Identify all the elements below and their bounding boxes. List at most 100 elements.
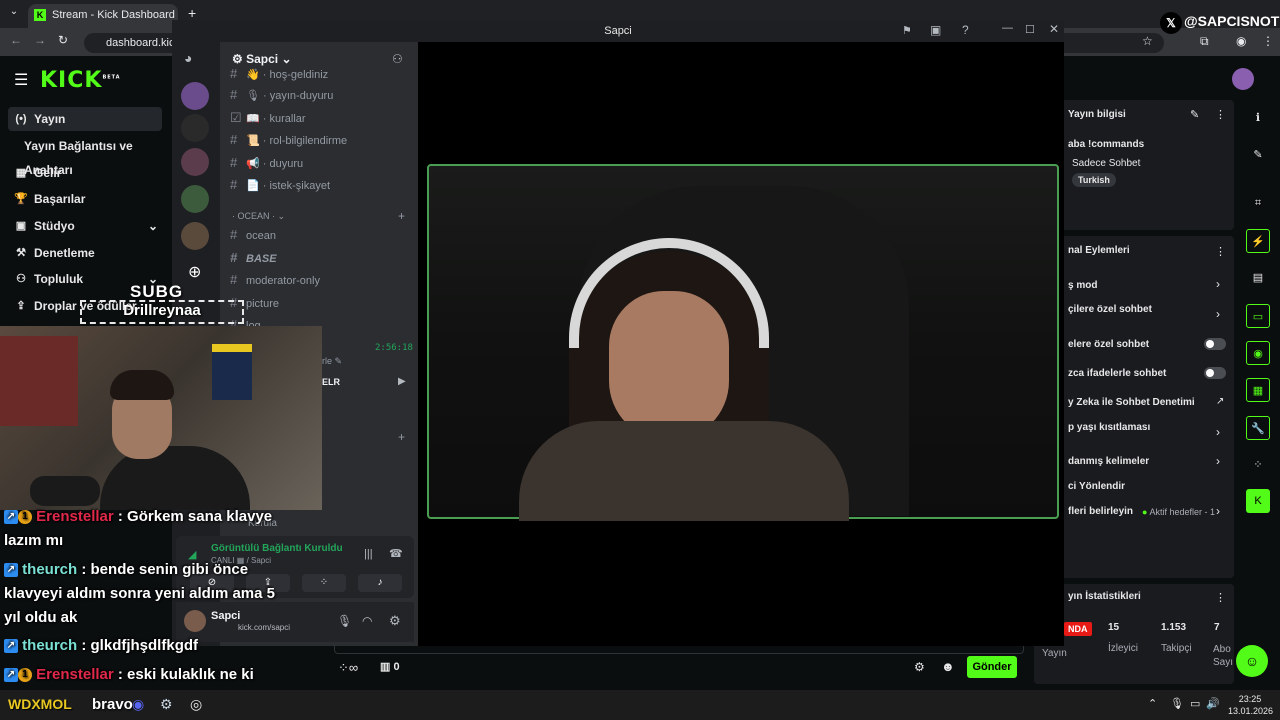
mic-icon[interactable]: 🎙: [337, 614, 352, 628]
reload-icon[interactable]: ↻: [58, 33, 68, 47]
tab-list-button[interactable]: ⌄: [6, 6, 22, 22]
chevron-right-icon[interactable]: ›: [1216, 307, 1220, 321]
forward-icon[interactable]: →: [34, 33, 46, 47]
nav-gelir[interactable]: ▦ Gelir: [8, 161, 162, 185]
settings-icon[interactable]: ⚙: [914, 660, 925, 674]
tray-volume-icon[interactable]: 🔊: [1206, 697, 1220, 710]
action-banned-words[interactable]: danmış kelimeler: [1068, 456, 1149, 467]
headphones-icon[interactable]: ◠: [362, 614, 372, 628]
action-followers-chat[interactable]: çilere özel sohbet: [1068, 304, 1152, 315]
emote-chat-toggle[interactable]: [1204, 367, 1226, 379]
server-icon-sapci[interactable]: [181, 82, 209, 110]
points-counter[interactable]: ▥ 0: [380, 660, 400, 673]
pen-icon[interactable]: ✎: [1246, 143, 1270, 167]
maximize-button[interactable]: ☐: [1025, 23, 1035, 36]
minimize-button[interactable]: —: [1002, 22, 1013, 34]
hamburger-icon[interactable]: ☰: [14, 70, 28, 90]
tray-mic-icon[interactable]: 🎙: [1170, 697, 1184, 710]
back-icon[interactable]: ←: [10, 33, 22, 47]
user-avatar[interactable]: [184, 610, 206, 632]
action-age-restriction[interactable]: p yaşı kısıtlaması: [1068, 422, 1150, 433]
kick-app-icon[interactable]: K: [1246, 489, 1270, 513]
soundboard-button[interactable]: ♪: [358, 574, 402, 592]
support-chat-icon[interactable]: ☺: [1236, 645, 1268, 677]
action-ai-moderation[interactable]: y Zeka ile Sohbet Denetimi: [1068, 397, 1195, 408]
new-tab-button[interactable]: +: [188, 5, 196, 21]
nav-denetleme[interactable]: ⚒ Denetleme: [8, 241, 162, 265]
server-folder-icon[interactable]: [181, 148, 209, 176]
edit-icon[interactable]: ✎: [1190, 108, 1199, 121]
channel-moderator-only[interactable]: # moderator-only: [230, 270, 410, 290]
channel-news[interactable]: # 📢 · duyuru: [230, 153, 410, 173]
chat-icon[interactable]: ▭: [1246, 304, 1270, 328]
channel-welcome[interactable]: # 👋 · hoş-geldiniz: [230, 64, 410, 84]
inbox-icon[interactable]: ⚑: [902, 24, 912, 37]
emote-infinity-button[interactable]: ⁘∞: [338, 660, 358, 676]
discord-taskbar-icon[interactable]: ◉: [132, 696, 144, 713]
crop-icon[interactable]: ⌗: [1246, 191, 1270, 215]
connection-status[interactable]: Görüntülü Bağlantı Kuruldu: [211, 543, 343, 554]
action-goals[interactable]: fleri belirleyin: [1068, 506, 1133, 517]
server-icon-2[interactable]: [181, 114, 209, 142]
help-icon[interactable]: ?: [962, 23, 969, 37]
discord-home-icon[interactable]: ◕: [184, 50, 192, 66]
channel-announcements[interactable]: # 🎙 · yayın-duyuru: [230, 85, 410, 105]
kick-logo[interactable]: KICKBETA: [40, 68, 121, 93]
channel-ocean[interactable]: # ocean: [230, 225, 410, 245]
nav-stream-key[interactable]: Yayın Bağlantısı ve Anahtarı: [8, 134, 162, 177]
add-server-icon[interactable]: ⊕: [188, 262, 201, 282]
layout-icon[interactable]: ▦: [1246, 378, 1270, 402]
menu-dots-icon[interactable]: ⋮: [1262, 34, 1274, 48]
chevron-right-icon[interactable]: ›: [1216, 425, 1220, 439]
tray-network-icon[interactable]: ▭: [1190, 697, 1200, 710]
chat-input-field[interactable]: [334, 646, 1024, 654]
extensions-icon[interactable]: ⧉: [1200, 34, 1209, 49]
disconnect-icon[interactable]: ☎: [389, 547, 403, 560]
video-stream-tile[interactable]: [427, 164, 1059, 521]
close-button[interactable]: ✕: [1049, 22, 1059, 36]
channel-base[interactable]: # BASE: [230, 248, 410, 268]
channel-requests[interactable]: # 📄 · istek-şikayet: [230, 175, 410, 195]
profile-icon[interactable]: ◉: [1236, 34, 1246, 48]
send-button[interactable]: Gönder: [967, 656, 1017, 678]
noise-suppression-icon[interactable]: |||: [364, 548, 373, 560]
tray-chevron-icon[interactable]: ⌃: [1148, 697, 1157, 710]
more-icon[interactable]: ⋮: [1215, 245, 1226, 258]
category-ocean[interactable]: · OCEAN · ⌄: [232, 211, 285, 222]
screen-icon[interactable]: ▣: [930, 23, 941, 37]
add-channel-icon[interactable]: +: [398, 209, 405, 223]
taskbar-clock[interactable]: 23:25 13.01.2026: [1228, 693, 1273, 717]
activities-button[interactable]: ⁘: [302, 574, 346, 592]
channel-role-info[interactable]: # 📜 · rol-bilgilendirme: [230, 130, 410, 150]
chevron-right-icon[interactable]: ›: [1216, 277, 1220, 291]
add-channel-icon[interactable]: +: [398, 430, 405, 444]
more-icon[interactable]: ⋮: [1215, 591, 1226, 604]
subs-chat-toggle[interactable]: [1204, 338, 1226, 350]
external-link-icon[interactable]: ↗: [1216, 396, 1224, 407]
user-name[interactable]: Sapci: [211, 610, 240, 622]
bookmark-star-icon[interactable]: ☆: [1142, 34, 1153, 48]
document-icon[interactable]: ▤: [1246, 266, 1270, 290]
nav-studyo[interactable]: ▣ Stüdyo ⌄: [8, 214, 162, 238]
broadcast-icon[interactable]: ◉: [1246, 341, 1270, 365]
chevron-right-icon[interactable]: ›: [1216, 504, 1220, 518]
lightning-icon[interactable]: ⚡: [1246, 229, 1270, 253]
channel-rules[interactable]: ☑ 📖 · kurallar: [230, 108, 410, 128]
chevron-right-icon[interactable]: ›: [1216, 454, 1220, 468]
apps-icon[interactable]: ⁘: [1246, 453, 1270, 477]
nav-basarilar[interactable]: 🏆 Başarılar: [8, 187, 162, 211]
action-raid[interactable]: ci Yönlendir: [1068, 481, 1125, 492]
wrench-icon[interactable]: 🔧: [1246, 416, 1270, 440]
server-folder-icon[interactable]: [181, 222, 209, 250]
emoji-icon[interactable]: ☻: [941, 659, 955, 674]
user-settings-icon[interactable]: ⚙: [389, 613, 401, 629]
action-mode[interactable]: ş mod: [1068, 280, 1097, 291]
channel-picture[interactable]: # picture: [230, 293, 410, 313]
more-icon[interactable]: ⋮: [1215, 108, 1226, 121]
kick-avatar[interactable]: [1232, 68, 1254, 90]
server-folder-icon[interactable]: [181, 185, 209, 213]
browser-tab[interactable]: K Stream - Kick Dashboard: [28, 4, 178, 28]
obs-taskbar-icon[interactable]: ◎: [190, 696, 202, 713]
steam-taskbar-icon[interactable]: ⚙: [160, 696, 173, 713]
info-icon[interactable]: ℹ: [1246, 106, 1270, 130]
